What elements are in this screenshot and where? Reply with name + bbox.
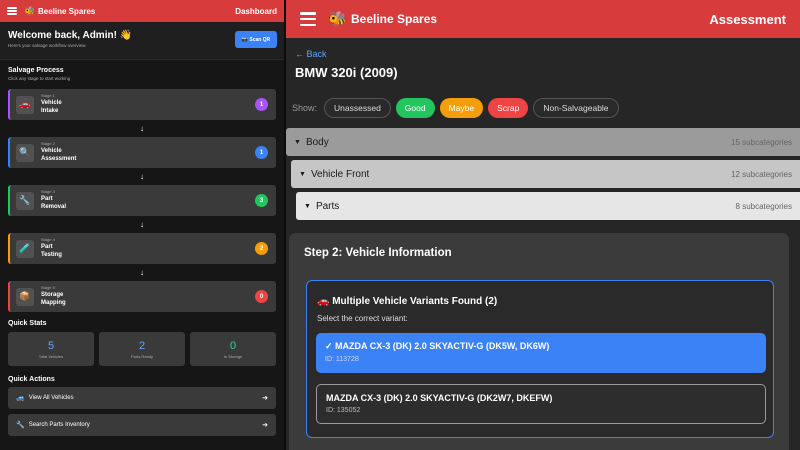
filter-bar: Show: Unassessed Good Maybe Scrap Non-Sa… [292, 98, 624, 118]
stage-number: Stage 4 [41, 237, 55, 243]
stat-parts-ready: 2 Parts Ready [99, 332, 185, 366]
arrow-right-icon: ➜ [262, 395, 268, 402]
assessment-pane: 🐝 Beeline Spares Assessment ← Back BMW 3… [286, 0, 800, 450]
scan-qr-button[interactable]: 📷 Scan QR [235, 31, 277, 48]
stat-label: In Storage [223, 354, 243, 359]
search-parts-inventory-button[interactable]: 🔧 Search Parts Inventory ➜ [8, 414, 276, 436]
stage-number: Stage 2 [41, 141, 55, 147]
stage-list: 🚗 Stage 1 Vehicle Intake 1 ↓ 🔍 Stage 2 Vehicle … [0, 89, 284, 312]
menu-icon[interactable] [7, 7, 17, 15]
wrench-icon: 🔧 [16, 191, 34, 210]
salvage-process-title: Salvage Process [8, 67, 64, 74]
quick-actions-title: Quick Actions [8, 376, 55, 383]
stage-name: Vehicle Assessment [41, 148, 77, 162]
triangle-down-icon: ▼ [304, 202, 311, 210]
filter-maybe[interactable]: Maybe [439, 98, 484, 118]
variant-name: ✓ MAZDA CX-3 (DK) 2.0 SKYACTIV-G (DK5W, … [325, 341, 550, 351]
wrench-icon: 🔧 [16, 422, 25, 429]
brand-name: Beeline Spares [38, 6, 96, 16]
bee-logo-icon: 🐝 [328, 11, 347, 28]
stage-number: Stage 3 [41, 189, 55, 195]
stat-label: Parts Ready [130, 354, 153, 359]
arrow-right-icon: ➜ [262, 422, 268, 429]
variant-id: ID: 135052 [326, 407, 361, 414]
page-title: Dashboard [235, 6, 277, 16]
filter-label: Show: [292, 103, 318, 113]
down-arrow-icon: ↓ [140, 124, 144, 133]
filter-scrap[interactable]: Scrap [488, 98, 529, 118]
stat-total-vehicles: 5 Total Vehicles [8, 332, 94, 366]
back-link[interactable]: ← Back [295, 49, 327, 59]
down-arrow-icon: ↓ [140, 220, 144, 229]
brand-name: Beeline Spares [351, 12, 438, 26]
app-header: 🐝 Beeline Spares Dashboard [0, 0, 284, 22]
test-tube-icon: 🧪 [16, 239, 34, 258]
filter-unassessed[interactable]: Unassessed [324, 98, 391, 118]
truck-icon: 🚙 [16, 395, 25, 402]
welcome-banner: Welcome back, Admin! 👋 Here's your salva… [0, 22, 284, 60]
variants-box: 🚗 Multiple Vehicle Variants Found (2) Se… [306, 280, 774, 438]
down-arrow-icon: ↓ [140, 268, 144, 277]
vehicle-title: BMW 320i (2009) [295, 65, 398, 80]
category-parts[interactable]: ▼ Parts 8 subcategories [296, 192, 800, 220]
stage-name: Part Testing [41, 244, 62, 258]
action-label: View All Vehicles [28, 395, 74, 401]
stage-card[interactable]: 📦 Stage 5 Storage Mapping 0 [8, 281, 276, 312]
magnifier-icon: 🔍 [16, 143, 34, 162]
stat-label: Total Vehicles [38, 354, 64, 359]
quick-stats: 5 Total Vehicles 2 Parts Ready 0 In Stor… [0, 332, 284, 366]
bee-logo-icon: 🐝 [24, 5, 36, 16]
stage-card[interactable]: 🚗 Stage 1 Vehicle Intake 1 [8, 89, 276, 120]
category-name: Vehicle Front [310, 168, 370, 180]
down-arrow-icon: ↓ [140, 172, 144, 181]
stat-in-storage: 0 In Storage [190, 332, 276, 366]
stat-value: 0 [229, 340, 237, 352]
triangle-down-icon: ▼ [299, 170, 306, 178]
action-label: Search Parts Inventory [28, 422, 90, 428]
variant-id: ID: 113728 [325, 356, 359, 363]
stage-count-badge: 0 [255, 290, 268, 303]
step-title: Step 2: Vehicle Information [304, 247, 452, 259]
stage-number: Stage 5 [41, 285, 55, 291]
filter-good[interactable]: Good [395, 98, 435, 118]
category-vehicle-front[interactable]: ▼ Vehicle Front 12 subcategories [291, 160, 800, 188]
category-count: 15 subcategories [731, 137, 792, 147]
triangle-down-icon: ▼ [294, 138, 301, 146]
stage-card[interactable]: 🧪 Stage 4 Part Testing 2 [8, 233, 276, 264]
stage-count-badge: 2 [255, 242, 268, 255]
stage-number: Stage 1 [41, 93, 55, 99]
stage-name: Storage Mapping [41, 292, 66, 306]
car-icon: 🚗 [16, 95, 34, 114]
page-title: Assessment [709, 11, 786, 27]
variant-name: MAZDA CX-3 (DK) 2.0 SKYACTIV-G (DK2W7, D… [326, 393, 553, 403]
stat-value: 5 [47, 340, 55, 352]
category-count: 12 subcategories [731, 169, 792, 179]
category-count: 8 subcategories [735, 201, 792, 211]
box-icon: 📦 [16, 287, 34, 306]
dashboard-pane: 🐝 Beeline Spares Dashboard Welcome back,… [0, 0, 284, 450]
category-body[interactable]: ▼ Body 15 subcategories [286, 128, 800, 156]
variant-option-selected[interactable]: ✓ MAZDA CX-3 (DK) 2.0 SKYACTIV-G (DK5W, … [316, 333, 766, 373]
stage-name: Vehicle Intake [41, 100, 62, 114]
stage-count-badge: 1 [255, 98, 268, 111]
filter-non-salvageable[interactable]: Non-Salvageable [533, 98, 619, 118]
stage-name: Part Removal [41, 196, 67, 210]
stage-card[interactable]: 🔍 Stage 2 Vehicle Assessment 1 [8, 137, 276, 168]
stage-card[interactable]: 🔧 Stage 3 Part Removal 3 [8, 185, 276, 216]
select-prompt: Select the correct variant: [317, 314, 408, 323]
menu-icon[interactable] [300, 12, 316, 26]
view-all-vehicles-button[interactable]: 🚙 View All Vehicles ➜ [8, 387, 276, 409]
app-header: 🐝 Beeline Spares Assessment [286, 0, 800, 38]
vehicle-info-modal: Step 2: Vehicle Information 🚗 Multiple V… [289, 233, 789, 450]
variants-heading: 🚗 Multiple Vehicle Variants Found (2) [317, 296, 498, 307]
variant-option[interactable]: MAZDA CX-3 (DK) 2.0 SKYACTIV-G (DK2W7, D… [316, 384, 766, 424]
category-name: Parts [315, 200, 340, 212]
stat-value: 2 [138, 340, 146, 352]
stage-count-badge: 3 [255, 194, 268, 207]
stage-count-badge: 1 [255, 146, 268, 159]
quick-stats-title: Quick Stats [8, 320, 47, 327]
category-name: Body [305, 136, 329, 148]
